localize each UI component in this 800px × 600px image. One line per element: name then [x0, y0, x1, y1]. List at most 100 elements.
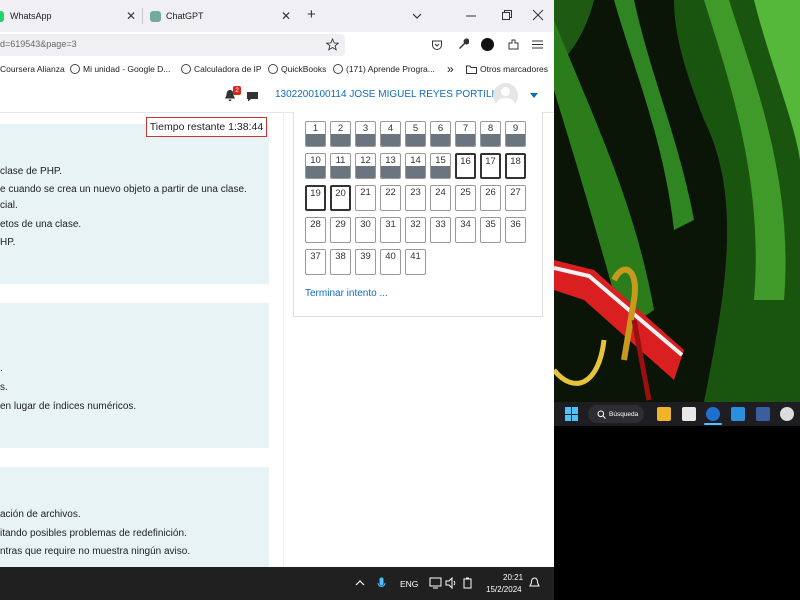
- quiz-nav-button[interactable]: 4: [380, 121, 401, 147]
- quiz-nav-button[interactable]: 1: [305, 121, 326, 147]
- answer-option[interactable]: .: [0, 363, 3, 374]
- tab-chatgpt[interactable]: ChatGPT ✕: [150, 0, 295, 32]
- quiz-nav-button[interactable]: 17: [480, 153, 501, 179]
- quiz-nav-button[interactable]: 33: [430, 217, 451, 243]
- globe-icon: [268, 64, 278, 74]
- quiz-nav-button[interactable]: 23: [405, 185, 426, 211]
- quiz-nav-button[interactable]: 35: [480, 217, 501, 243]
- quiz-nav-button[interactable]: 5: [405, 121, 426, 147]
- bookmark-aprende-programacion[interactable]: (171) Aprende Progra...: [333, 60, 435, 78]
- answer-option[interactable]: cial.: [0, 200, 18, 211]
- answer-option[interactable]: e cuando se crea un nuevo objeto a parti…: [0, 184, 247, 195]
- answer-option[interactable]: ntras que require no muestra ningún avis…: [0, 546, 190, 557]
- quiz-nav-button[interactable]: 27: [505, 185, 526, 211]
- quiz-nav-button[interactable]: 19: [305, 185, 326, 211]
- messages-icon[interactable]: [246, 91, 259, 102]
- quiz-nav-button[interactable]: 15: [430, 153, 451, 179]
- app-icon[interactable]: [756, 407, 770, 421]
- vscode-icon[interactable]: [731, 407, 745, 421]
- quiz-nav-button[interactable]: 18: [505, 153, 526, 179]
- answer-option[interactable]: ación de archivos.: [0, 509, 81, 520]
- volume-icon[interactable]: [445, 577, 458, 589]
- quiz-nav-button[interactable]: 13: [380, 153, 401, 179]
- clock-time[interactable]: 20:21: [503, 573, 523, 582]
- bookmark-google-drive[interactable]: Mi unidad - Google D...: [70, 60, 170, 78]
- extensions-icon[interactable]: [507, 38, 520, 51]
- taskbar-search[interactable]: Búsqueda: [588, 405, 644, 423]
- quiz-nav-button[interactable]: 3: [355, 121, 376, 147]
- firefox-icon[interactable]: [706, 407, 720, 421]
- close-tab-icon[interactable]: ✕: [126, 9, 136, 23]
- tab-whatsapp[interactable]: WhatsApp ✕: [0, 0, 140, 32]
- wrench-icon[interactable]: [457, 38, 469, 50]
- tab-list-chevron-icon[interactable]: [411, 10, 423, 22]
- answer-option[interactable]: itando posibles problemas de redefinició…: [0, 528, 187, 539]
- close-tab-icon[interactable]: ✕: [281, 9, 291, 23]
- quiz-nav-button[interactable]: 14: [405, 153, 426, 179]
- new-tab-button[interactable]: +: [307, 6, 316, 23]
- microsoft-store-icon[interactable]: [682, 407, 696, 421]
- answer-option[interactable]: en lugar de índices numéricos.: [0, 401, 136, 412]
- notification-bell-icon[interactable]: [529, 577, 540, 589]
- quiz-nav-button[interactable]: 6: [430, 121, 451, 147]
- quiz-nav-button[interactable]: 39: [355, 249, 376, 275]
- address-bar[interactable]: d=619543&page=3: [0, 34, 345, 56]
- quiz-nav-button[interactable]: 36: [505, 217, 526, 243]
- quiz-nav-button[interactable]: 28: [305, 217, 326, 243]
- avatar[interactable]: [493, 83, 518, 108]
- user-name[interactable]: 1302200100114 JOSE MIGUEL REYES PORTILLO: [275, 89, 505, 100]
- quiz-nav-button[interactable]: 38: [330, 249, 351, 275]
- minimize-icon[interactable]: [465, 10, 477, 22]
- microphone-icon[interactable]: [377, 577, 386, 590]
- quiz-nav-button[interactable]: 22: [380, 185, 401, 211]
- tab-bar: WhatsApp ✕ ChatGPT ✕ +: [0, 0, 554, 32]
- windows-start-icon[interactable]: [565, 407, 579, 421]
- bookmark-star-icon[interactable]: [326, 38, 339, 51]
- quiz-nav-button[interactable]: 31: [380, 217, 401, 243]
- network-icon[interactable]: [429, 577, 442, 589]
- bookmark-quickbooks[interactable]: QuickBooks: [268, 60, 326, 78]
- quiz-nav-button[interactable]: 26: [480, 185, 501, 211]
- bookmark-calculadora-ip[interactable]: Calculadora de IP: [181, 60, 262, 78]
- file-explorer-icon[interactable]: [657, 407, 671, 421]
- other-bookmarks[interactable]: Otros marcadores: [466, 60, 548, 78]
- battery-icon[interactable]: [462, 577, 474, 589]
- user-menu-caret-icon[interactable]: [530, 93, 538, 99]
- close-window-icon[interactable]: [532, 9, 544, 21]
- quiz-nav-button[interactable]: 10: [305, 153, 326, 179]
- chevron-up-icon[interactable]: [355, 579, 365, 586]
- github-desktop-icon[interactable]: [780, 407, 794, 421]
- answer-option[interactable]: clase de PHP.: [0, 166, 62, 177]
- quiz-nav-button[interactable]: 11: [330, 153, 351, 179]
- language-indicator[interactable]: ENG: [400, 579, 418, 589]
- quiz-nav-button[interactable]: 25: [455, 185, 476, 211]
- quiz-nav-button[interactable]: 21: [355, 185, 376, 211]
- quiz-nav-button[interactable]: 29: [330, 217, 351, 243]
- answer-option[interactable]: etos de una clase.: [0, 219, 81, 230]
- time-remaining: Tiempo restante 1:38:44: [146, 117, 267, 137]
- pocket-icon[interactable]: [431, 39, 443, 51]
- quiz-nav-button[interactable]: 16: [455, 153, 476, 179]
- bookmark-coursera[interactable]: Coursera Alianza: [0, 60, 65, 78]
- answer-option[interactable]: s.: [0, 382, 8, 393]
- clock-date[interactable]: 15/2/2024: [486, 585, 522, 594]
- quiz-nav-button[interactable]: 37: [305, 249, 326, 275]
- quiz-nav-button[interactable]: 40: [380, 249, 401, 275]
- quiz-nav-button[interactable]: 9: [505, 121, 526, 147]
- answer-option[interactable]: HP.: [0, 237, 15, 248]
- quiz-nav-button[interactable]: 12: [355, 153, 376, 179]
- quiz-nav-button[interactable]: 41: [405, 249, 426, 275]
- quiz-nav-button[interactable]: 24: [430, 185, 451, 211]
- quiz-nav-button[interactable]: 30: [355, 217, 376, 243]
- restore-icon[interactable]: [501, 9, 513, 21]
- bookmarks-more-button[interactable]: »: [447, 60, 454, 78]
- quiz-nav-button[interactable]: 2: [330, 121, 351, 147]
- quiz-nav-button[interactable]: 7: [455, 121, 476, 147]
- quiz-nav-button[interactable]: 20: [330, 185, 351, 211]
- menu-hamburger-icon[interactable]: [532, 39, 543, 50]
- quiz-nav-button[interactable]: 32: [405, 217, 426, 243]
- finish-attempt-link[interactable]: Terminar intento ...: [305, 288, 388, 299]
- account-icon[interactable]: [481, 38, 494, 51]
- quiz-nav-button[interactable]: 34: [455, 217, 476, 243]
- quiz-nav-button[interactable]: 8: [480, 121, 501, 147]
